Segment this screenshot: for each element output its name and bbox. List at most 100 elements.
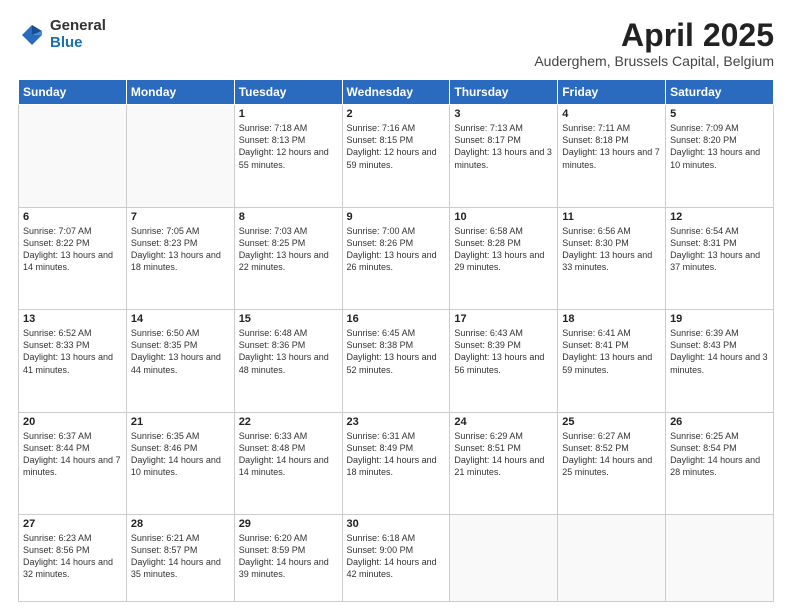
day-number: 26 xyxy=(670,416,769,428)
day-number: 8 xyxy=(239,211,338,223)
day-number: 21 xyxy=(131,416,230,428)
table-row: 21Sunrise: 6:35 AM Sunset: 8:46 PM Dayli… xyxy=(126,412,234,514)
day-info: Sunrise: 6:20 AM Sunset: 8:59 PM Dayligh… xyxy=(239,532,338,581)
page: General Blue April 2025 Auderghem, Bruss… xyxy=(0,0,792,612)
day-number: 27 xyxy=(23,518,122,530)
day-number: 3 xyxy=(454,108,553,120)
table-row: 9 Sunrise: 7:00 AM Sunset: 8:26 PM Daylig… xyxy=(342,207,450,309)
day-info: Sunrise: 7:00 AM Sunset: 8:26 PM Dayligh… xyxy=(347,225,446,274)
day-number: 20 xyxy=(23,416,122,428)
col-wednesday: Wednesday xyxy=(342,80,450,105)
table-row xyxy=(19,105,127,207)
day-number: 28 xyxy=(131,518,230,530)
table-row: 29Sunrise: 6:20 AM Sunset: 8:59 PM Dayli… xyxy=(234,515,342,602)
day-info: Sunrise: 7:05 AM Sunset: 8:23 PM Dayligh… xyxy=(131,225,230,274)
table-row xyxy=(558,515,666,602)
table-row: 23 Sunrise: 6:31 AM Sunset: 8:49 PM Dayli… xyxy=(342,412,450,514)
day-info: Sunrise: 6:56 AM Sunset: 8:30 PM Dayligh… xyxy=(562,225,661,274)
col-tuesday: Tuesday xyxy=(234,80,342,105)
day-number: 1 xyxy=(239,108,338,120)
table-row: 25Sunrise: 6:27 AM Sunset: 8:52 PM Dayli… xyxy=(558,412,666,514)
day-info: Sunrise: 7:11 AM Sunset: 8:18 PM Dayligh… xyxy=(562,122,661,171)
table-row xyxy=(126,105,234,207)
day-number: 30 xyxy=(347,518,446,530)
table-row: 28 Sunrise: 6:21 AM Sunset: 8:57 PM Dayli… xyxy=(126,515,234,602)
day-number: 4 xyxy=(562,108,661,120)
day-info: Sunrise: 6:43 AM Sunset: 8:39 PM Dayligh… xyxy=(454,327,553,376)
col-sunday: Sunday xyxy=(19,80,127,105)
day-info: Sunrise: 6:41 AM Sunset: 8:41 PM Dayligh… xyxy=(562,327,661,376)
day-number: 10 xyxy=(454,211,553,223)
logo-general-text: General xyxy=(50,18,106,35)
day-number: 14 xyxy=(131,313,230,325)
table-row: 19Sunrise: 6:39 AM Sunset: 8:43 PM Dayli… xyxy=(666,310,774,412)
day-number: 23 xyxy=(347,416,446,428)
table-row: 10Sunrise: 6:58 AM Sunset: 8:28 PM Dayli… xyxy=(450,207,558,309)
day-info: Sunrise: 7:13 AM Sunset: 8:17 PM Dayligh… xyxy=(454,122,553,171)
table-row: 6 Sunrise: 7:07 AM Sunset: 8:22 PM Daylig… xyxy=(19,207,127,309)
logo-icon xyxy=(18,21,46,49)
day-info: Sunrise: 6:33 AM Sunset: 8:48 PM Dayligh… xyxy=(239,430,338,479)
day-number: 9 xyxy=(347,211,446,223)
logo-text: General Blue xyxy=(50,18,106,51)
table-row: 18 Sunrise: 6:41 AM Sunset: 8:41 PM Dayli… xyxy=(558,310,666,412)
table-row: 7 Sunrise: 7:05 AM Sunset: 8:23 PM Daylig… xyxy=(126,207,234,309)
day-number: 11 xyxy=(562,211,661,223)
day-number: 7 xyxy=(131,211,230,223)
day-info: Sunrise: 6:23 AM Sunset: 8:56 PM Dayligh… xyxy=(23,532,122,581)
day-number: 6 xyxy=(23,211,122,223)
day-info: Sunrise: 6:29 AM Sunset: 8:51 PM Dayligh… xyxy=(454,430,553,479)
day-number: 5 xyxy=(670,108,769,120)
day-number: 22 xyxy=(239,416,338,428)
col-monday: Monday xyxy=(126,80,234,105)
table-row xyxy=(666,515,774,602)
day-info: Sunrise: 6:50 AM Sunset: 8:35 PM Dayligh… xyxy=(131,327,230,376)
day-number: 12 xyxy=(670,211,769,223)
day-number: 16 xyxy=(347,313,446,325)
title-block: April 2025 Auderghem, Brussels Capital, … xyxy=(534,18,774,69)
day-info: Sunrise: 7:09 AM Sunset: 8:20 PM Dayligh… xyxy=(670,122,769,171)
table-row: 8 Sunrise: 7:03 AM Sunset: 8:25 PM Daylig… xyxy=(234,207,342,309)
day-number: 24 xyxy=(454,416,553,428)
table-row: 11 Sunrise: 6:56 AM Sunset: 8:30 PM Dayli… xyxy=(558,207,666,309)
table-row: 12Sunrise: 6:54 AM Sunset: 8:31 PM Dayli… xyxy=(666,207,774,309)
calendar-header-row: Sunday Monday Tuesday Wednesday Thursday… xyxy=(19,80,774,105)
table-row: 15Sunrise: 6:48 AM Sunset: 8:36 PM Dayli… xyxy=(234,310,342,412)
table-row: 17 Sunrise: 6:43 AM Sunset: 8:39 PM Dayli… xyxy=(450,310,558,412)
day-info: Sunrise: 6:52 AM Sunset: 8:33 PM Dayligh… xyxy=(23,327,122,376)
day-info: Sunrise: 7:03 AM Sunset: 8:25 PM Dayligh… xyxy=(239,225,338,274)
logo: General Blue xyxy=(18,18,106,51)
header: General Blue April 2025 Auderghem, Bruss… xyxy=(18,18,774,69)
day-number: 17 xyxy=(454,313,553,325)
day-info: Sunrise: 6:45 AM Sunset: 8:38 PM Dayligh… xyxy=(347,327,446,376)
table-row: 2Sunrise: 7:16 AM Sunset: 8:15 PM Daylig… xyxy=(342,105,450,207)
day-info: Sunrise: 6:37 AM Sunset: 8:44 PM Dayligh… xyxy=(23,430,122,479)
table-row: 30 Sunrise: 6:18 AM Sunset: 9:00 PM Dayli… xyxy=(342,515,450,602)
table-row: 14 Sunrise: 6:50 AM Sunset: 8:35 PM Dayli… xyxy=(126,310,234,412)
calendar-table: Sunday Monday Tuesday Wednesday Thursday… xyxy=(18,79,774,602)
day-info: Sunrise: 7:07 AM Sunset: 8:22 PM Dayligh… xyxy=(23,225,122,274)
table-row: 16 Sunrise: 6:45 AM Sunset: 8:38 PM Dayli… xyxy=(342,310,450,412)
table-row: 24 Sunrise: 6:29 AM Sunset: 8:51 PM Dayli… xyxy=(450,412,558,514)
day-number: 2 xyxy=(347,108,446,120)
col-saturday: Saturday xyxy=(666,80,774,105)
day-info: Sunrise: 6:18 AM Sunset: 9:00 PM Dayligh… xyxy=(347,532,446,581)
day-info: Sunrise: 7:18 AM Sunset: 8:13 PM Dayligh… xyxy=(239,122,338,171)
table-row: 3 Sunrise: 7:13 AM Sunset: 8:17 PM Daylig… xyxy=(450,105,558,207)
day-info: Sunrise: 6:25 AM Sunset: 8:54 PM Dayligh… xyxy=(670,430,769,479)
day-number: 15 xyxy=(239,313,338,325)
day-number: 13 xyxy=(23,313,122,325)
day-info: Sunrise: 6:31 AM Sunset: 8:49 PM Dayligh… xyxy=(347,430,446,479)
logo-blue-text: Blue xyxy=(50,35,106,52)
table-row: 13 Sunrise: 6:52 AM Sunset: 8:33 PM Dayli… xyxy=(19,310,127,412)
day-number: 18 xyxy=(562,313,661,325)
col-thursday: Thursday xyxy=(450,80,558,105)
day-number: 25 xyxy=(562,416,661,428)
col-friday: Friday xyxy=(558,80,666,105)
day-info: Sunrise: 6:21 AM Sunset: 8:57 PM Dayligh… xyxy=(131,532,230,581)
day-number: 19 xyxy=(670,313,769,325)
table-row: 4 Sunrise: 7:11 AM Sunset: 8:18 PM Daylig… xyxy=(558,105,666,207)
table-row: 20 Sunrise: 6:37 AM Sunset: 8:44 PM Dayli… xyxy=(19,412,127,514)
table-row: 22 Sunrise: 6:33 AM Sunset: 8:48 PM Dayli… xyxy=(234,412,342,514)
table-row: 27 Sunrise: 6:23 AM Sunset: 8:56 PM Dayli… xyxy=(19,515,127,602)
